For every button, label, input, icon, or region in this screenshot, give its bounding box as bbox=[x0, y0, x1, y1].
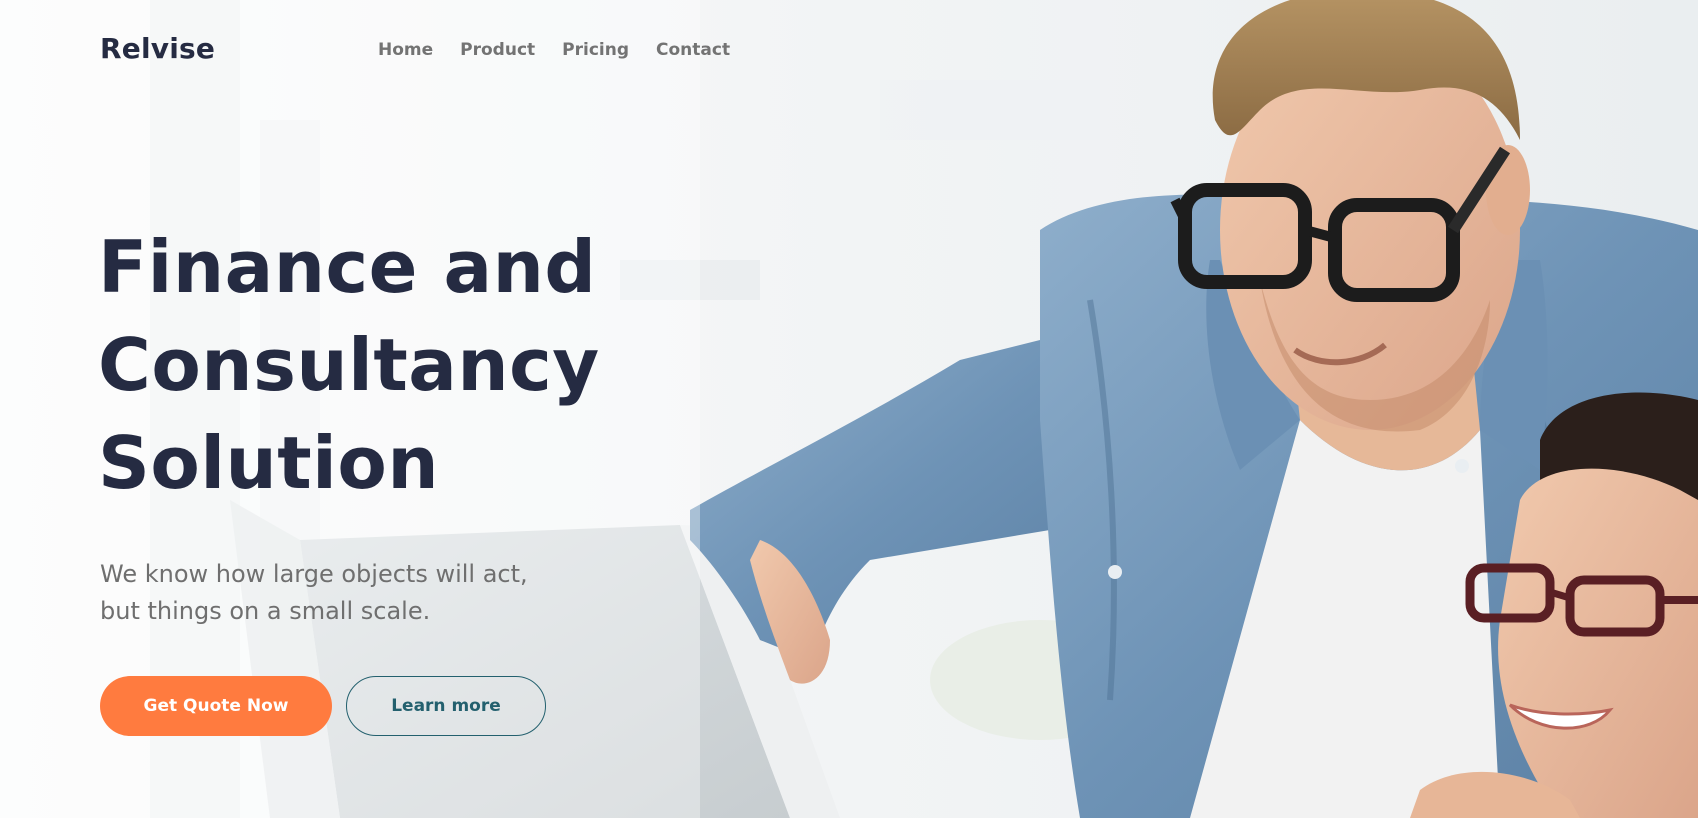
nav-item-home[interactable]: Home bbox=[378, 40, 433, 60]
hero-subtext: We know how large objects will act, but … bbox=[100, 556, 620, 630]
navbar: Relvise Home Product Pricing Contact bbox=[100, 30, 800, 70]
headline-line-3: Solution bbox=[98, 421, 440, 505]
nav-menu: Home Product Pricing Contact bbox=[378, 40, 730, 60]
subtext-line-1: We know how large objects will act, bbox=[100, 560, 528, 588]
headline-line-1: Finance and bbox=[98, 225, 597, 309]
headline-line-2: Consultancy bbox=[98, 323, 600, 407]
subtext-line-2: but things on a small scale. bbox=[100, 597, 431, 625]
nav-item-pricing[interactable]: Pricing bbox=[562, 40, 629, 60]
learn-more-button[interactable]: Learn more bbox=[346, 676, 546, 736]
get-quote-button[interactable]: Get Quote Now bbox=[100, 676, 332, 736]
nav-item-product[interactable]: Product bbox=[460, 40, 535, 60]
hero-section: Relvise Home Product Pricing Contact Fin… bbox=[0, 0, 1698, 818]
brand-logo[interactable]: Relvise bbox=[100, 32, 215, 65]
hero-headline: Finance and Consultancy Solution bbox=[98, 218, 738, 512]
nav-item-contact[interactable]: Contact bbox=[656, 40, 730, 60]
